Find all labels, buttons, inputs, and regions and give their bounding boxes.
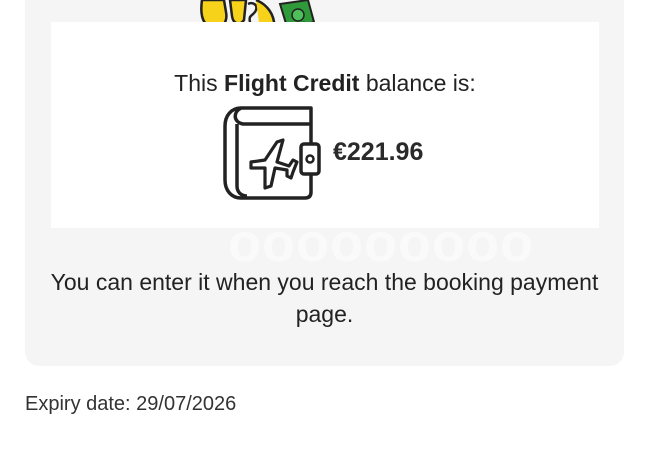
balance-suffix: balance is:	[359, 70, 476, 96]
balance-panel: ooooooooo This Flight Credit balance is:…	[51, 22, 599, 273]
balance-heading: This Flight Credit balance is:	[51, 70, 599, 97]
background-watermark: ooooooooo	[228, 213, 534, 273]
info-message: You can enter it when you reach the book…	[50, 269, 599, 327]
credit-balance-amount: €221.96	[333, 138, 424, 166]
flight-credit-screen: ooooooooo This Flight Credit balance is:…	[0, 0, 648, 460]
wallet-with-airplane-icon	[221, 104, 321, 202]
expiry-date: Expiry date: 29/07/2026	[25, 393, 237, 415]
credit-type-name: Flight Credit	[224, 70, 360, 96]
balance-prefix: This	[174, 70, 225, 96]
